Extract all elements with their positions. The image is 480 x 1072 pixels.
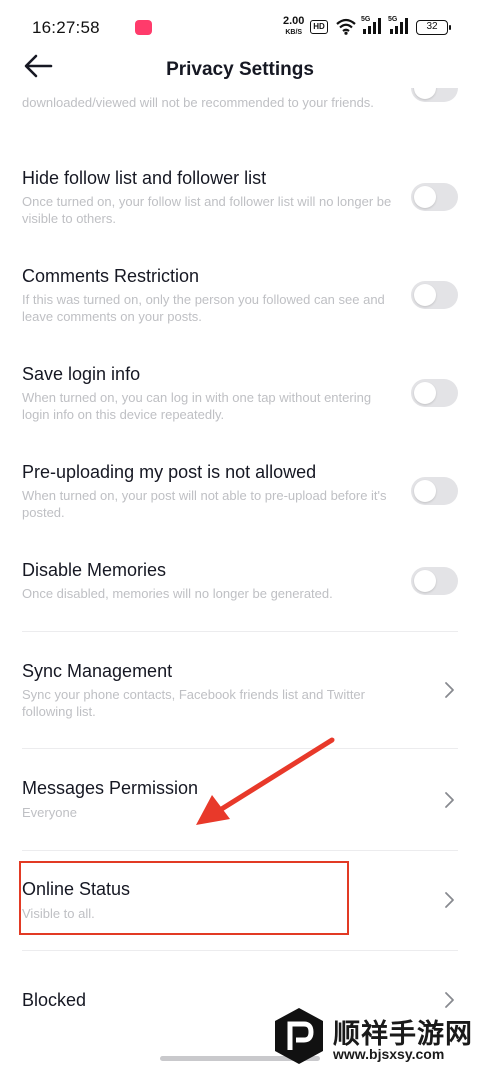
chevron-right-icon	[445, 682, 454, 698]
signal-1-label: 5G	[361, 16, 371, 23]
annotation-arrow-icon	[196, 737, 335, 825]
setting-description: When turned on, you can log in with one …	[22, 390, 372, 422]
setting-row-pre-uploading: Pre-uploading my post is not allowed Whe…	[0, 454, 480, 534]
setting-title: Messages Permission	[22, 778, 199, 798]
setting-row-save-login-info: Save login info When turned on, you can …	[0, 356, 480, 436]
comments-restriction-toggle[interactable]	[411, 281, 458, 309]
setting-description: downloaded/viewed will not be recommende…	[22, 95, 374, 110]
network-speed-value: 2.00	[283, 15, 305, 27]
setting-title: Comments Restriction	[22, 266, 200, 286]
section-divider	[22, 631, 458, 632]
app-notification-icon	[135, 20, 152, 35]
setting-title: Hide follow list and follower list	[22, 168, 267, 188]
setting-description: Once turned on, your follow list and fol…	[22, 194, 392, 226]
status-bar: 16:27:58 2.00 KB/S HD 5G 5G 32	[0, 0, 480, 56]
setting-description: When turned on, your post will not able …	[22, 488, 387, 520]
setting-row-hide-follow-list: Hide follow list and follower list Once …	[0, 160, 480, 240]
toggle-knob	[414, 88, 436, 99]
network-speed-unit: KB/S	[285, 29, 303, 36]
chevron-right-icon	[445, 792, 454, 808]
setting-row-disable-memories: Disable Memories Once disabled, memories…	[0, 552, 480, 614]
wifi-icon	[336, 18, 356, 35]
setting-description: Sync your phone contacts, Facebook frien…	[22, 687, 365, 719]
signal-2-label: 5G	[388, 16, 398, 23]
watermark-logo-icon	[275, 1008, 323, 1064]
setting-description: If this was turned on, only the person y…	[22, 292, 385, 324]
watermark: 顺祥手游网 www.bjsxsy.com	[273, 1006, 473, 1068]
row-divider	[22, 950, 458, 951]
battery-icon: 32	[416, 20, 451, 35]
setting-title: Blocked	[22, 990, 87, 1010]
setting-title: Pre-uploading my post is not allowed	[22, 462, 317, 482]
setting-row-partial: downloaded/viewed will not be recommende…	[0, 88, 480, 140]
pre-uploading-toggle[interactable]	[411, 477, 458, 505]
disable-memories-toggle[interactable]	[411, 567, 458, 595]
toggle-knob	[414, 570, 436, 592]
highlight-box	[19, 861, 349, 935]
toggle-knob	[414, 186, 436, 208]
signal-icon-1: 5G	[361, 16, 383, 40]
setting-row-comments-restriction: Comments Restriction If this was turned …	[0, 258, 480, 338]
save-login-info-toggle[interactable]	[411, 379, 458, 407]
watermark-url: www.bjsxsy.com	[333, 1046, 445, 1062]
toggle-knob	[414, 284, 436, 306]
navigation-bar: Privacy Settings	[0, 54, 480, 88]
setting-title: Disable Memories	[22, 560, 167, 580]
page-title: Privacy Settings	[166, 59, 314, 80]
setting-row-sync-management[interactable]: Sync Management Sync your phone contacts…	[0, 652, 480, 732]
row-divider	[22, 850, 458, 851]
toggle-knob	[414, 480, 436, 502]
network-speed: 2.00 KB/S	[283, 15, 305, 37]
setting-description: Once disabled, memories will no longer b…	[22, 586, 333, 601]
setting-title: Sync Management	[22, 661, 173, 681]
partial-row-toggle[interactable]	[411, 88, 458, 102]
chevron-right-icon	[445, 892, 454, 908]
signal-icon-2: 5G	[388, 16, 410, 40]
toggle-knob	[414, 382, 436, 404]
setting-title: Save login info	[22, 364, 141, 384]
hide-follow-list-toggle[interactable]	[411, 183, 458, 211]
hd-icon: HD	[310, 20, 328, 34]
status-time: 16:27:58	[32, 18, 100, 37]
